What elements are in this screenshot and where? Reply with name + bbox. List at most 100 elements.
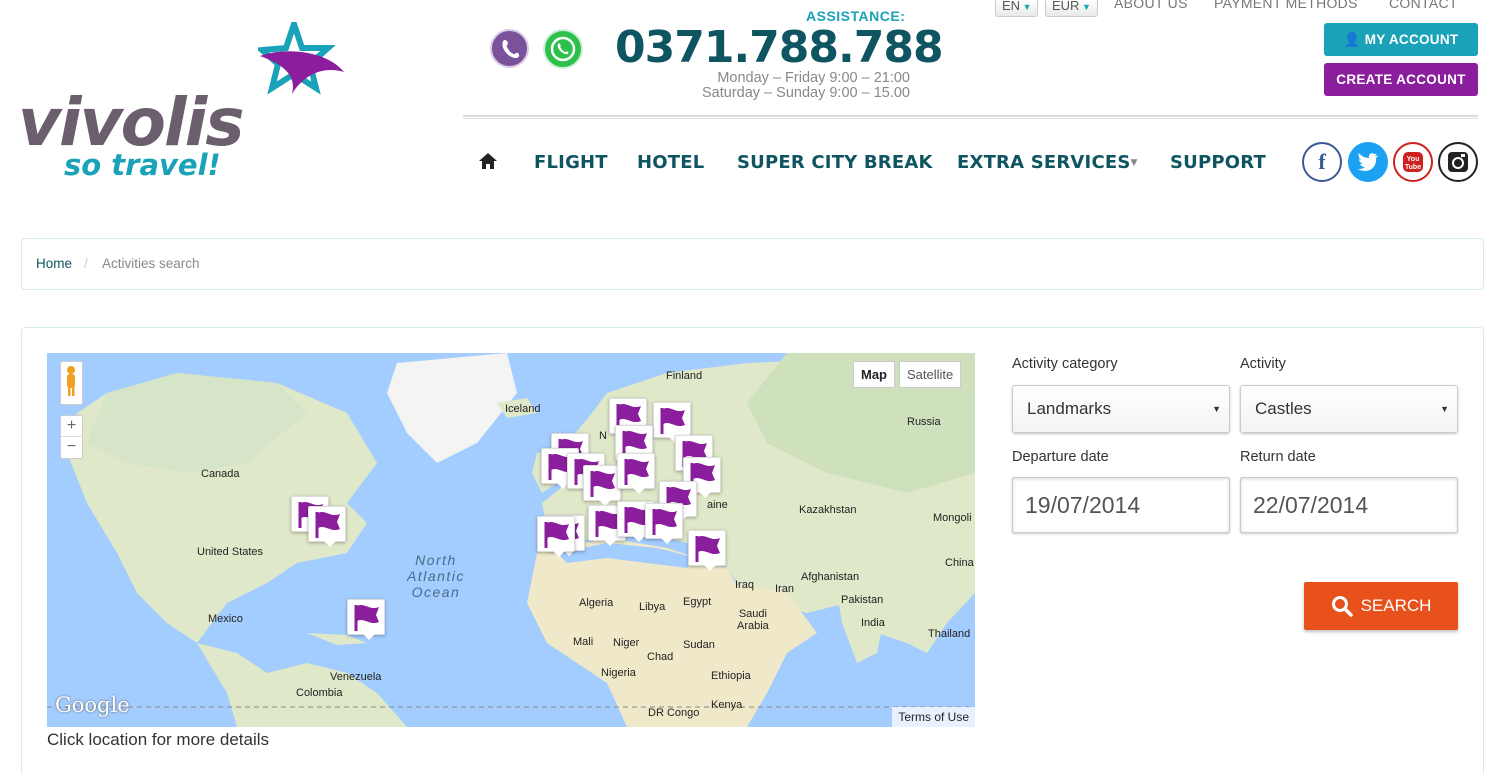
- map-type-map[interactable]: Map: [853, 361, 895, 388]
- activity-select[interactable]: Castles ▼: [1240, 385, 1458, 433]
- return-date-input[interactable]: 22/07/2014: [1240, 477, 1458, 533]
- label-kenya: Kenya: [711, 699, 743, 711]
- hours-weekend: Saturday – Sunday 9:00 – 15.00: [702, 85, 910, 101]
- nav-hotel[interactable]: HOTEL: [637, 152, 704, 173]
- label-thailand: Thailand: [928, 628, 971, 640]
- phone-number[interactable]: 0371.788.788: [615, 22, 944, 73]
- label-north-atlantic-ocean: North Atlantic Ocean: [407, 552, 465, 600]
- zoom-in-button[interactable]: +: [61, 416, 82, 437]
- breadcrumb: Home / Activities search: [21, 238, 1484, 290]
- header-divider: [463, 115, 1478, 119]
- nav-flight[interactable]: FLIGHT: [534, 152, 608, 173]
- home-icon[interactable]: [478, 151, 498, 171]
- map-marker[interactable]: [617, 453, 655, 494]
- label-libya: Libya: [639, 601, 666, 613]
- language-select[interactable]: EN ▼: [995, 0, 1039, 17]
- label-canada: Canada: [201, 468, 240, 480]
- label-afghanistan: Afghanistan: [801, 571, 860, 583]
- create-account-button[interactable]: CREATE ACCOUNT: [1324, 63, 1478, 96]
- user-icon: 👤: [1343, 32, 1361, 47]
- my-account-button[interactable]: 👤 MY ACCOUNT: [1324, 23, 1478, 56]
- page: vivolis so travel! ASSISTANCE: 0371.788.…: [0, 0, 1491, 774]
- terms-of-use-link[interactable]: Terms of Use: [892, 707, 975, 727]
- pegman-icon: [67, 366, 75, 396]
- logo[interactable]: vivolis so travel!: [18, 22, 353, 187]
- link-about-us[interactable]: ABOUT US: [1114, 0, 1188, 11]
- breadcrumb-home[interactable]: Home: [36, 256, 72, 271]
- departure-date-label: Departure date: [1012, 449, 1109, 465]
- map-caption: Click location for more details: [47, 730, 270, 749]
- label-ukraine: aine: [707, 499, 728, 511]
- breadcrumb-current: Activities search: [102, 256, 200, 271]
- svg-text:You: You: [1407, 156, 1420, 163]
- label-dr-congo: DR Congo: [648, 707, 700, 719]
- nav-super-city-break[interactable]: SUPER CITY BREAK: [737, 152, 933, 173]
- search-button[interactable]: SEARCH: [1304, 582, 1458, 630]
- label-mongolia: Mongoli: [933, 512, 972, 524]
- map-type-satellite[interactable]: Satellite: [899, 361, 962, 388]
- label-india: India: [861, 617, 885, 629]
- flag-icon: [652, 508, 677, 535]
- logo-star-icon: [258, 22, 344, 95]
- zoom-out-button[interactable]: −: [61, 437, 82, 457]
- search-icon: [1331, 596, 1353, 617]
- label-kazakhstan: Kazakhstan: [799, 504, 857, 516]
- breadcrumb-separator: /: [84, 256, 88, 271]
- label-niger: Niger: [613, 637, 640, 649]
- caret-down-icon: ▼: [1130, 158, 1138, 168]
- google-logo: Google: [55, 693, 130, 717]
- map-marker[interactable]: [583, 465, 621, 506]
- link-contact[interactable]: CONTACT: [1389, 0, 1458, 11]
- caret-down-icon: ▼: [1020, 2, 1032, 12]
- viber-icon[interactable]: [490, 29, 529, 68]
- youtube-icon[interactable]: You Tube: [1393, 142, 1433, 182]
- instagram-icon[interactable]: [1438, 142, 1478, 182]
- zoom-control: + −: [60, 415, 83, 459]
- opening-hours: Monday – Friday 9:00 – 21:00 Saturday – …: [640, 71, 910, 101]
- return-date-label: Return date: [1240, 449, 1316, 465]
- label-saudi-arabia: Saudi Arabia: [737, 608, 769, 632]
- caret-down-icon: ▼: [1440, 404, 1449, 414]
- label-sudan: Sudan: [683, 639, 715, 651]
- label-n: N: [599, 430, 607, 442]
- label-mali: Mali: [573, 636, 594, 648]
- link-payment-methods[interactable]: PAYMENT METHODS: [1214, 0, 1358, 11]
- flag-icon: [660, 407, 685, 434]
- activity-label: Activity: [1240, 356, 1286, 372]
- nav-extra-services[interactable]: EXTRA SERVICES▼: [957, 152, 1138, 173]
- map-marker[interactable]: [347, 599, 385, 640]
- label-chad: Chad: [647, 651, 674, 663]
- label-iraq: Iraq: [735, 579, 754, 591]
- map-marker[interactable]: [537, 516, 575, 557]
- activities-map[interactable]: + − Map Satellite Finland Iceland Russia…: [47, 353, 975, 727]
- nav-support[interactable]: SUPPORT: [1170, 152, 1266, 173]
- label-china: China: [945, 557, 974, 569]
- logo-tagline: so travel!: [64, 148, 221, 182]
- flag-icon: [315, 511, 340, 538]
- label-russia: Russia: [907, 416, 941, 428]
- departure-date-input[interactable]: 19/07/2014: [1012, 477, 1230, 533]
- map-marker[interactable]: [653, 402, 691, 443]
- currency-select[interactable]: EUR ▼: [1045, 0, 1098, 17]
- whatsapp-icon[interactable]: [543, 29, 583, 69]
- map-marker[interactable]: [645, 503, 683, 544]
- twitter-icon[interactable]: [1348, 142, 1388, 182]
- flag-icon: [590, 470, 615, 497]
- label-colombia: Colombia: [296, 687, 343, 699]
- map-marker[interactable]: [308, 506, 346, 547]
- label-venezuela: Venezuela: [330, 671, 382, 683]
- label-mexico: Mexico: [208, 613, 243, 625]
- label-finland: Finland: [666, 370, 703, 382]
- street-view-pegman[interactable]: [60, 361, 83, 405]
- map-marker[interactable]: [688, 530, 726, 571]
- facebook-icon[interactable]: f: [1302, 142, 1342, 182]
- label-algeria: Algeria: [579, 597, 614, 609]
- flag-icon: [354, 604, 379, 631]
- label-united-states: United States: [197, 546, 264, 558]
- label-ethiopia: Ethiopia: [711, 670, 751, 682]
- caret-down-icon: ▼: [1212, 404, 1221, 414]
- caret-down-icon: ▼: [1079, 2, 1091, 12]
- activity-category-select[interactable]: Landmarks ▼: [1012, 385, 1230, 433]
- label-iran: Iran: [775, 583, 794, 595]
- activity-category-label: Activity category: [1012, 356, 1118, 372]
